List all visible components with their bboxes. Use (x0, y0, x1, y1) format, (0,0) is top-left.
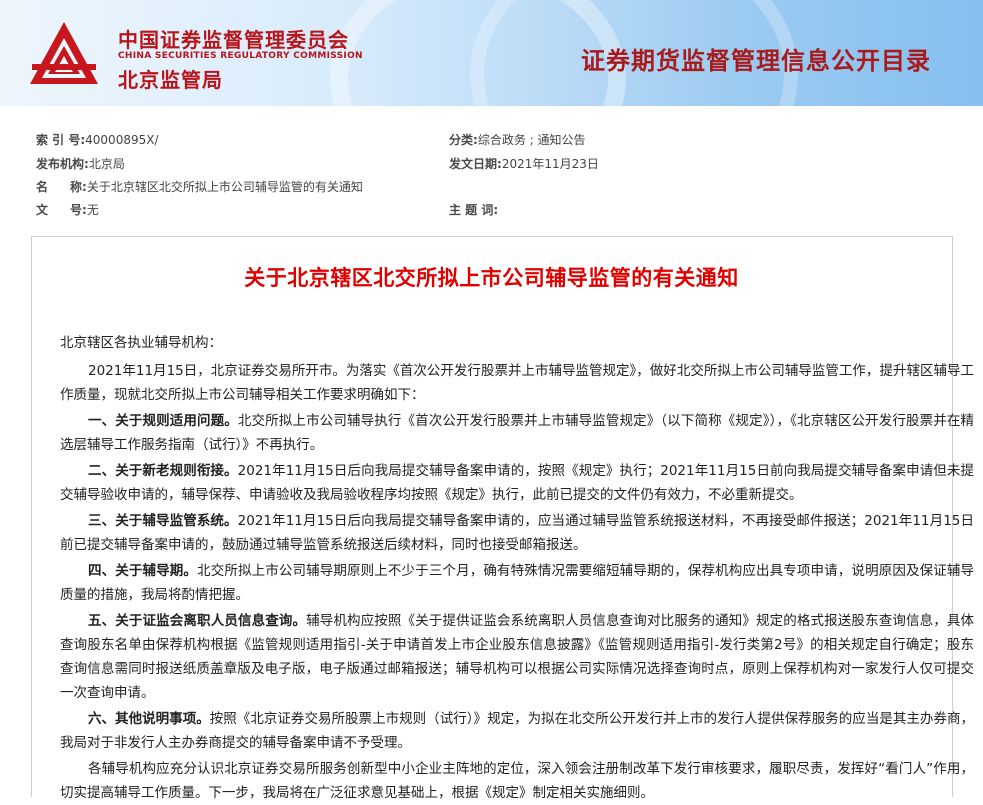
site-header: 中国证券监督管理委员会 CHINA SECURITIES REGULATORY … (0, 0, 983, 106)
intro-paragraph: 2021年11月15日，北京证券交易所开市。为落实《首次公开发行股票并上市辅导监… (60, 363, 974, 403)
paragraph-item-4: 四、关于辅导期。北交所拟上市公司辅导期原则上不少于三个月，确有特殊情况需要缩短辅… (60, 559, 974, 607)
org-name-en: CHINA SECURITIES REGULATORY COMMISSION (118, 51, 363, 61)
meta-index-label: 索 引 号: (36, 133, 86, 147)
meta-index-value: 40000895X/ (85, 133, 159, 147)
meta-issuer-value: 北京局 (88, 157, 125, 171)
meta-docno-value: 无 (86, 203, 99, 217)
paragraph-item-3: 三、关于辅导监管系统。2021年11月15日后向我局提交辅导备案申请的，应当通过… (60, 509, 974, 557)
meta-name-label-a: 名 (36, 180, 49, 194)
meta-docno: 文 号:无 (36, 201, 99, 218)
meta-date-value: 2021年11月23日 (501, 157, 599, 171)
meta-issuer-label: 发布机构: (36, 157, 89, 171)
csrc-logo-icon[interactable] (28, 20, 100, 88)
item-heading: 六、其他说明事项。 (88, 711, 210, 727)
item-heading: 二、关于新老规则衔接。 (88, 463, 238, 479)
paragraph-item-5: 五、关于证监会离职人员信息查询。辅导机构应按照《关于提供证监会系统离职人员信息查… (60, 609, 974, 705)
salutation: 北京辖区各执业辅导机构： (60, 335, 222, 351)
meta-docno-label-a: 文 (36, 203, 49, 217)
meta-keywords-label: 主 题 词: (449, 203, 499, 217)
meta-category-value: 综合政务 ; 通知公告 (477, 133, 586, 147)
org-name-cn: 中国证券监督管理委员会 (118, 28, 349, 52)
item-heading: 三、关于辅导监管系统。 (88, 513, 238, 529)
meta-keywords: 主 题 词: (449, 201, 498, 218)
item-text: 北交所拟上市公司辅导期原则上不少于三个月，确有特殊情况需要缩短辅导期的，保荐机构… (60, 563, 974, 603)
document-body: 北京辖区各执业辅导机构： 2021年11月15日，北京证券交易所开市。为落实《首… (60, 331, 974, 805)
site-title: 证券期货监督管理信息公开目录 (581, 47, 931, 75)
meta-date-label: 发文日期: (449, 157, 502, 171)
paragraph-item-2: 二、关于新老规则衔接。2021年11月15日后向我局提交辅导备案申请的，按照《规… (60, 459, 974, 507)
item-heading: 四、关于辅导期。 (88, 563, 198, 579)
document-title: 关于北京辖区北交所拟上市公司辅导监管的有关通知 (244, 266, 739, 290)
org-sub-name: 北京监管局 (118, 68, 223, 92)
paragraph-item-6: 六、其他说明事项。按照《北京证券交易所股票上市规则（试行）》规定，为拟在北交所公… (60, 707, 974, 755)
item-heading: 五、关于证监会离职人员信息查询。 (88, 613, 307, 629)
closing-paragraph: 各辅导机构应充分认识北京证券交易所服务创新型中小企业主阵地的定位，深入领会注册制… (60, 761, 974, 801)
meta-index: 索 引 号:40000895X/ (36, 131, 159, 148)
meta-date: 发文日期:2021年11月23日 (449, 155, 599, 172)
meta-name-label-b: 称: (70, 180, 87, 194)
meta-issuer: 发布机构:北京局 (36, 155, 125, 172)
meta-name: 名 称:关于北京辖区北交所拟上市公司辅导监管的有关通知 (36, 178, 363, 195)
meta-docno-label-b: 号: (70, 203, 87, 217)
meta-name-value: 关于北京辖区北交所拟上市公司辅导监管的有关通知 (86, 180, 363, 194)
meta-category-label: 分类: (449, 133, 478, 147)
item-heading: 一、关于规则适用问题。 (88, 413, 238, 429)
meta-category: 分类:综合政务 ; 通知公告 (449, 131, 586, 148)
paragraph-item-1: 一、关于规则适用问题。北交所拟上市公司辅导执行《首次公开发行股票并上市辅导监管规… (60, 409, 974, 457)
